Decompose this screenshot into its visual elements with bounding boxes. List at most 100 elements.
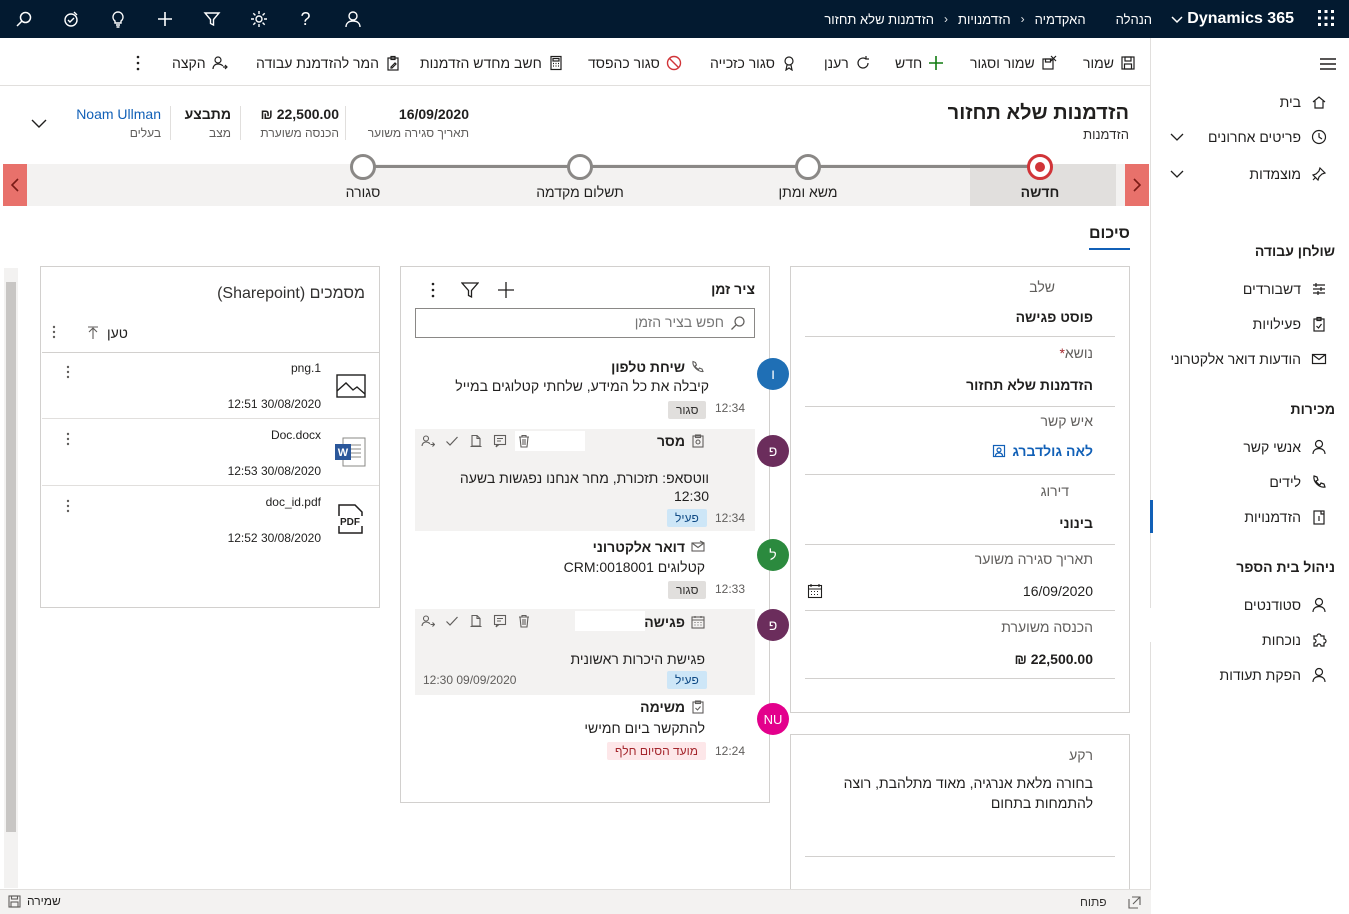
document-name[interactable]: Doc.docx <box>101 428 321 442</box>
status-bar-save-button[interactable]: שמירה <box>8 894 61 908</box>
field-background[interactable]: רקע בחורה מלאת אנרגיה, מאוד מתלהבת, רוצה… <box>805 747 1115 857</box>
bpf-stage-negotiation[interactable]: משא ומתן <box>748 154 868 200</box>
field-stage[interactable]: שלב פוסט פגישה <box>805 279 1115 337</box>
document-name[interactable]: png.1 <box>101 361 321 375</box>
breadcrumb-item[interactable]: האקדמיה <box>1035 12 1086 27</box>
activity-type: פגישה <box>644 614 705 630</box>
bpf-progress-line <box>363 165 1039 168</box>
search-icon[interactable] <box>0 0 47 38</box>
document-row[interactable]: W Doc.docx 12:53 30/08/2020 <box>42 420 379 486</box>
header-field-value: 16/09/2020 <box>398 106 469 122</box>
more-options-icon[interactable] <box>52 325 56 339</box>
tab-summary[interactable]: סיכום <box>1089 225 1130 250</box>
prohibited-icon <box>666 55 682 71</box>
document-name[interactable]: doc_id.pdf <box>101 495 321 509</box>
record-status-text: פתוח <box>1080 895 1107 909</box>
field-contact[interactable]: איש קשר לאה גולדברג <box>805 413 1115 475</box>
app-brand[interactable]: Dynamics 365 <box>1187 0 1294 38</box>
add-icon[interactable] <box>497 281 515 299</box>
field-rating[interactable]: דירוג בינוני <box>805 483 1115 545</box>
more-options-icon[interactable] <box>66 499 70 513</box>
save-close-icon <box>1041 55 1057 71</box>
open-record-icon[interactable] <box>469 614 483 628</box>
more-options-icon[interactable] <box>66 365 70 379</box>
document-row[interactable]: png.1 12:51 30/08/2020 <box>42 353 379 419</box>
field-value: הזדמנות שלא תחזור <box>966 377 1093 393</box>
timeline-item-meeting[interactable]: פ פגישה פגישת היכרות ראשונית 12:30 09/09… <box>415 609 789 695</box>
task-flow-icon[interactable] <box>47 0 94 38</box>
breadcrumb-item[interactable]: הנהלה <box>1116 12 1152 27</box>
breadcrumb-item[interactable]: הזדמנויות <box>958 12 1011 27</box>
assign-button[interactable]: הקצה <box>172 55 228 71</box>
header-expand-chevron-icon[interactable] <box>30 118 48 130</box>
recalculate-button[interactable]: חשב מחדש הזדמנות <box>420 55 564 71</box>
bpf-stage-current-icon <box>1027 154 1053 180</box>
bpf-stage-advance-payment[interactable]: תשלום מקדמה <box>520 154 640 200</box>
convert-to-work-order-button[interactable]: המר להזדמנת עבודה <box>256 55 401 71</box>
close-as-lost-button[interactable]: סגור כהפסד <box>588 55 682 71</box>
note-icon[interactable] <box>493 434 507 448</box>
hamburger-icon[interactable] <box>1319 57 1337 71</box>
plus-icon[interactable] <box>141 0 188 38</box>
contact-lookup-value[interactable]: לאה גולדברג <box>1012 443 1093 459</box>
bpf-stage-label: תשלום מקדמה <box>536 184 624 200</box>
document-row[interactable]: PDF doc_id.pdf 12:52 30/08/2020 <box>42 487 379 553</box>
field-topic[interactable]: נושא* הזדמנות שלא תחזור <box>805 345 1115 407</box>
field-close-date[interactable]: תאריך סגירה משוער 16/09/2020 <box>805 551 1115 611</box>
field-revenue[interactable]: הכנסה משוערת 22,500.00 ₪ <box>805 619 1115 679</box>
new-button[interactable]: חדש <box>895 55 944 71</box>
summary-card: שלב פוסט פגישה נושא* הזדמנות שלא תחזור א… <box>790 266 1130 713</box>
checkmark-icon[interactable] <box>445 434 459 448</box>
timeline-item-phone[interactable]: ו שיחת טלפון קיבלה את כל המידע, שלחתי קט… <box>415 352 789 424</box>
timeline-item-email[interactable]: ל דואר אלקטרוני קטלוגים CRM:0018001 12:3… <box>415 535 789 603</box>
user-icon[interactable] <box>329 0 376 38</box>
delete-icon[interactable] <box>517 434 531 448</box>
contact-lookup[interactable]: לאה גולדברג <box>992 443 1093 459</box>
calendar-icon[interactable] <box>807 583 823 599</box>
app-launcher-icon[interactable] <box>1317 9 1335 27</box>
more-options-icon[interactable] <box>66 432 70 446</box>
chevron-down-icon[interactable] <box>1170 169 1184 179</box>
mail-icon <box>691 540 705 554</box>
documents-column-header[interactable]: טען <box>87 325 128 341</box>
timeline-search-input[interactable] <box>434 314 724 330</box>
checkmark-icon[interactable] <box>445 614 459 628</box>
more-options-icon[interactable] <box>431 282 435 298</box>
assign-person-icon[interactable] <box>421 434 435 448</box>
more-commands-icon[interactable] <box>136 55 140 71</box>
close-as-won-button[interactable]: סגור כזכייה <box>710 55 797 71</box>
gear-icon[interactable] <box>235 0 282 38</box>
refresh-button[interactable]: רענן <box>824 55 871 71</box>
field-value[interactable]: 16/09/2020 <box>1023 583 1093 599</box>
help-icon[interactable]: ? <box>282 0 329 38</box>
owner-link[interactable]: Noam Ullman <box>76 106 161 122</box>
bpf-stage-closed[interactable]: סגורה <box>303 154 423 200</box>
open-record-icon[interactable] <box>469 434 483 448</box>
activity-actions <box>421 614 531 628</box>
phone-icon <box>691 360 705 374</box>
assign-person-icon[interactable] <box>421 614 435 628</box>
bpf-stage-new[interactable]: חדשה <box>980 154 1100 200</box>
timeline-search[interactable] <box>415 308 755 338</box>
header-divider <box>170 106 171 140</box>
bpf-prev-arrow[interactable] <box>1125 164 1149 206</box>
save-and-close-button[interactable]: שמור וסגור <box>970 55 1057 71</box>
lightbulb-icon[interactable] <box>94 0 141 38</box>
save-button[interactable]: שמור <box>1083 55 1136 71</box>
sidebar-item-label: פעילויות <box>1252 316 1301 332</box>
open-in-new-window-icon[interactable] <box>1128 896 1141 909</box>
breadcrumb-item[interactable]: הזדמנות שלא תחזור <box>824 12 934 27</box>
bpf-next-arrow[interactable] <box>3 164 27 206</box>
chevron-down-icon[interactable] <box>1170 12 1184 26</box>
filter-icon[interactable] <box>461 281 479 299</box>
chevron-down-icon[interactable] <box>1170 132 1184 142</box>
sidebar-item-label: סטודנטים <box>1243 597 1301 613</box>
delete-icon[interactable] <box>517 614 531 628</box>
status-badge: פעיל <box>667 509 707 527</box>
note-icon[interactable] <box>493 614 507 628</box>
timeline-item-message[interactable]: פ מסר ווטסאפ: תזכורת, מחר אנחנו נפגשות ב… <box>415 429 789 531</box>
main-scrollbar[interactable] <box>4 268 18 888</box>
documents-title: מסמכים (Sharepoint) <box>217 285 365 302</box>
timeline-item-task[interactable]: NU משימה להתקשר ביום חמישי 12:24 מועד הס… <box>415 699 789 769</box>
filter-icon[interactable] <box>188 0 235 38</box>
